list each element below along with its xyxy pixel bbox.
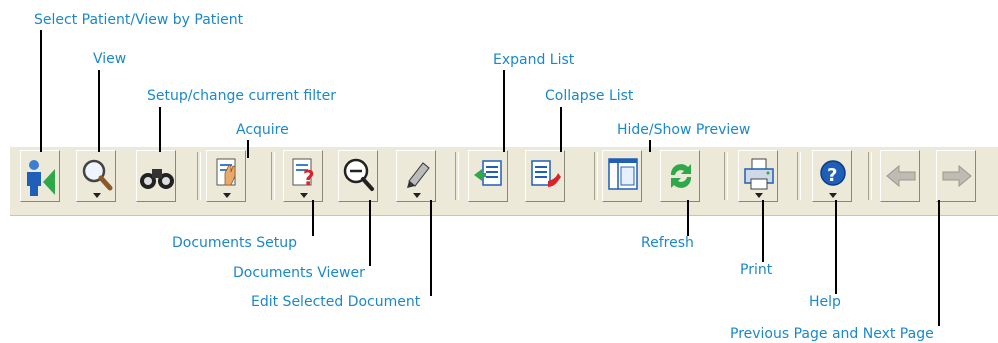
callout-leader-lines [40, 30, 940, 326]
